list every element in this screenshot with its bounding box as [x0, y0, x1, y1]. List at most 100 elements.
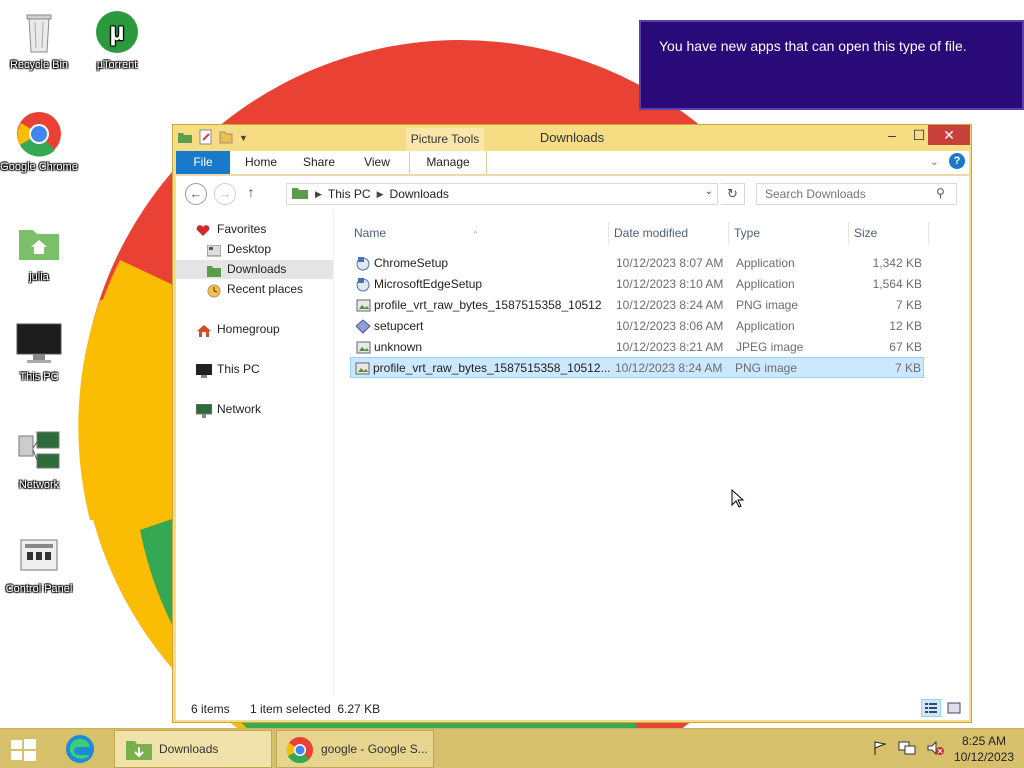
nav-item-downloads[interactable]: Downloads [176, 260, 333, 279]
taskbar-explorer-downloads[interactable]: Downloads [114, 730, 272, 768]
toast-message: You have new apps that can open this typ… [659, 38, 967, 54]
large-icons-view-icon [947, 702, 961, 714]
nav-label: Network [217, 402, 262, 416]
column-divider[interactable] [608, 222, 609, 244]
file-row[interactable]: unknown 10/12/2023 8:21 AM JPEG image 67… [352, 337, 926, 358]
help-icon[interactable]: ? [949, 153, 965, 169]
file-size: 12 KB [889, 319, 922, 333]
file-size: 1,342 KB [872, 256, 922, 270]
file-row[interactable]: profile_vrt_raw_bytes_1587515358_10512 1… [352, 295, 926, 316]
up-button[interactable]: ↑ [242, 184, 260, 204]
monitor-icon [15, 320, 63, 368]
column-divider[interactable] [848, 222, 849, 244]
installer-icon [356, 256, 371, 271]
tab-view[interactable]: View [350, 151, 404, 174]
file-type: Application [736, 277, 795, 291]
file-type: Application [736, 319, 795, 333]
title-bar[interactable]: ▼ Picture Tools Downloads – ☐ ✕ [173, 125, 971, 151]
edge-icon [66, 735, 94, 763]
file-row[interactable]: setupcert 10/12/2023 8:06 AM Application… [352, 316, 926, 337]
file-size: 67 KB [889, 340, 922, 354]
taskbar-item-label: Downloads [159, 742, 219, 756]
refresh-button[interactable]: ↻ [721, 183, 745, 205]
file-row[interactable]: MicrosoftEdgeSetup 10/12/2023 8:10 AM Ap… [352, 274, 926, 295]
file-date: 10/12/2023 8:07 AM [616, 256, 724, 270]
tab-share[interactable]: Share [292, 151, 346, 174]
content-area: Favorites Desktop Downloads Recent place… [176, 210, 969, 696]
file-row-selected[interactable]: profile_vrt_raw_bytes_1587515358_10512..… [350, 357, 924, 378]
taskbar-chrome-google[interactable]: google - Google S... [276, 730, 434, 768]
forward-button[interactable]: → [214, 183, 236, 205]
nav-label: Homegroup [217, 322, 280, 336]
chevron-right-icon[interactable]: ▶ [315, 189, 322, 200]
desktop-icon-control-panel[interactable]: Control Panel [0, 532, 78, 596]
windows-logo-icon [11, 739, 36, 761]
close-button[interactable]: ✕ [928, 125, 970, 145]
taskbar-edge[interactable] [60, 731, 100, 767]
tab-file[interactable]: File [176, 151, 230, 174]
desktop-icon-chrome[interactable]: Google Chrome [0, 110, 78, 174]
volume-muted-icon[interactable] [926, 740, 944, 759]
tab-manage[interactable]: Manage [409, 151, 487, 174]
downloads-folder-icon [207, 264, 221, 277]
clock-date: 10/12/2023 [953, 750, 1014, 764]
chrome-icon [285, 735, 315, 767]
column-header-size[interactable]: Size [852, 222, 928, 244]
nav-item-network[interactable]: Network [176, 400, 333, 419]
recent-places-icon [207, 284, 221, 298]
nav-item-this-pc[interactable]: This PC [176, 360, 333, 379]
expand-ribbon-icon[interactable]: ⌄ [930, 155, 939, 168]
nav-label: Favorites [217, 222, 267, 236]
homegroup-icon [196, 324, 211, 337]
folder-icon [291, 186, 309, 203]
desktop-icon-label: julia [29, 271, 49, 283]
file-name: profile_vrt_raw_bytes_1587515358_10512..… [373, 361, 611, 375]
desktop-icon-label: Google Chrome [0, 161, 78, 173]
mouse-cursor-icon [731, 489, 745, 508]
chevron-right-icon[interactable]: ▶ [377, 189, 384, 200]
desktop-icon-this-pc[interactable]: This PC [0, 320, 78, 384]
column-label: Name [354, 226, 387, 240]
file-type: Application [736, 256, 795, 270]
file-type: JPEG image [736, 340, 804, 354]
nav-item-desktop[interactable]: Desktop [176, 240, 333, 259]
ribbon-controls: ⌄ ? [930, 153, 965, 169]
app-notification-toast[interactable]: You have new apps that can open this typ… [639, 20, 1024, 110]
details-view-icon [925, 703, 937, 713]
desktop-icon-julia[interactable]: julia [0, 220, 78, 284]
taskbar-clock[interactable]: 8:25 AM 10/12/2023 [954, 733, 1014, 765]
search-icon: ⚲ [936, 186, 945, 200]
file-row[interactable]: ChromeSetup 10/12/2023 8:07 AM Applicati… [352, 253, 926, 274]
chevron-down-icon[interactable]: ⌄ [705, 186, 713, 197]
large-icons-view-button[interactable] [944, 699, 964, 717]
nav-item-recent-places[interactable]: Recent places [176, 280, 333, 299]
nav-item-homegroup[interactable]: Homegroup [176, 320, 333, 339]
heart-icon [196, 224, 210, 236]
breadcrumb-downloads[interactable]: Downloads [390, 187, 449, 201]
file-name: profile_vrt_raw_bytes_1587515358_10512 [374, 298, 602, 312]
column-divider[interactable] [728, 222, 729, 244]
details-view-button[interactable] [921, 699, 941, 717]
item-count: 6 items [191, 702, 230, 716]
utorrent-icon: µ [93, 8, 141, 56]
action-center-flag-icon[interactable] [872, 740, 888, 759]
start-button[interactable] [8, 737, 38, 763]
ribbon-tabs: File Home Share View Manage ⌄ ? [176, 151, 969, 175]
tab-home[interactable]: Home [234, 151, 288, 174]
desktop-icon-network[interactable]: Network [0, 428, 78, 492]
column-header-date[interactable]: Date modified [612, 222, 728, 244]
breadcrumb-this-pc[interactable]: This PC [328, 187, 371, 201]
column-divider[interactable] [928, 222, 929, 244]
nav-item-favorites[interactable]: Favorites [176, 220, 333, 239]
network-tray-icon[interactable] [898, 740, 916, 759]
column-header-type[interactable]: Type [732, 222, 848, 244]
diamond-app-icon [355, 319, 371, 334]
back-button[interactable]: ← [185, 183, 207, 205]
desktop-icon-utorrent[interactable]: µ µTorrent [78, 8, 156, 72]
minimize-button[interactable]: – [878, 125, 906, 145]
selection-info: 1 item selected 6.27 KB [250, 702, 381, 716]
column-header-name[interactable]: Name ⌃ [352, 222, 606, 244]
search-input[interactable] [756, 183, 957, 205]
desktop-icon-recycle-bin[interactable]: Recycle Bin [0, 8, 78, 72]
address-bar[interactable]: ▶ This PC ▶ Downloads ⌄ [286, 183, 718, 205]
